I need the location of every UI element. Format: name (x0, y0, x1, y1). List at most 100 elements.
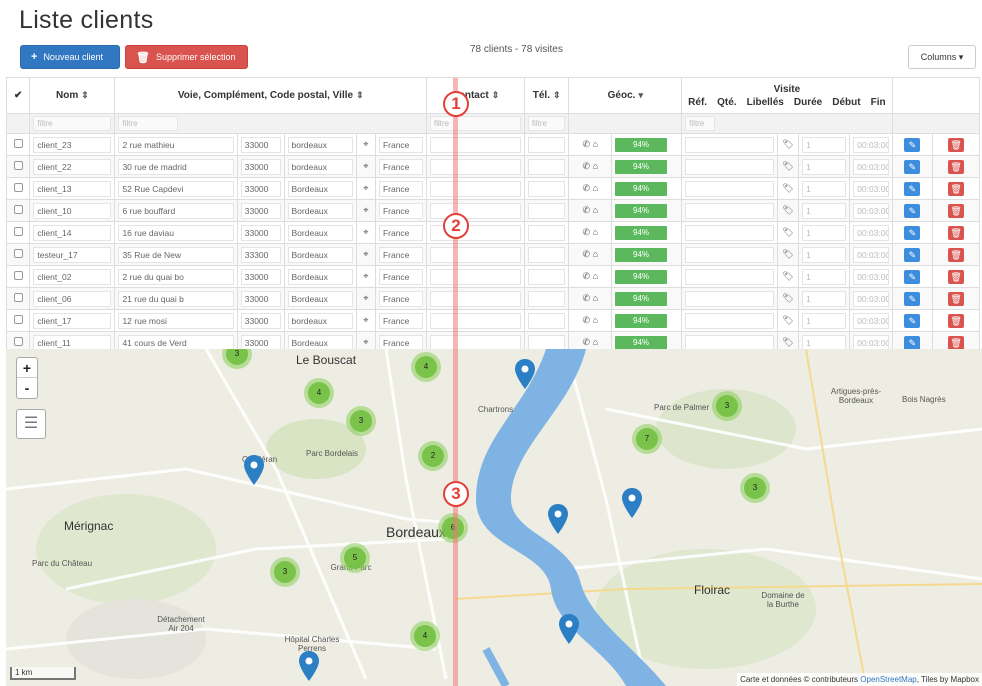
contact-field[interactable] (430, 268, 521, 285)
edit-icon[interactable]: ✎ (904, 225, 921, 240)
delete-icon[interactable]: 🗑 (948, 181, 965, 196)
map-view[interactable]: + - ☰ Le Bouscat Bordeaux Mérignac Floir… (6, 349, 982, 686)
col-tel[interactable]: Tél. ⇕ (523, 77, 570, 114)
nom-field[interactable]: client_06 (33, 290, 112, 307)
filter-ref[interactable]: filtre (685, 116, 716, 131)
geocoding-badge[interactable]: 94% (615, 247, 668, 262)
pays-field[interactable]: France (378, 290, 424, 307)
pays-field[interactable]: France (378, 246, 424, 263)
ref-field[interactable] (685, 136, 774, 153)
delete-icon[interactable]: 🗑 (948, 247, 965, 262)
new-client-button[interactable]: + Nouveau client (20, 45, 120, 69)
edit-icon[interactable]: ✎ (904, 159, 921, 174)
delete-icon[interactable]: 🗑 (948, 335, 965, 349)
duree-field[interactable]: 00:03:00 (853, 312, 889, 329)
edit-icon[interactable]: ✎ (904, 181, 921, 196)
row-checkbox[interactable] (13, 227, 23, 236)
cp-field[interactable]: 33300 (240, 246, 281, 263)
ville-field[interactable]: Bordeaux (287, 202, 353, 219)
delete-icon[interactable]: 🗑 (948, 203, 965, 218)
nom-field[interactable]: client_10 (33, 202, 112, 219)
geocoding-badge[interactable]: 94% (615, 225, 668, 240)
ville-field[interactable]: Bordeaux (287, 334, 353, 349)
tel-field[interactable] (527, 136, 566, 153)
edit-icon[interactable]: ✎ (904, 269, 921, 284)
nom-field[interactable]: client_14 (33, 224, 112, 241)
col-duree[interactable]: Durée (794, 97, 822, 108)
tel-field[interactable] (527, 246, 566, 263)
marker-cluster[interactable]: 3 (346, 406, 376, 436)
duree-field[interactable]: 00:03:00 (853, 202, 889, 219)
qte-field[interactable]: 1 (802, 290, 847, 307)
ref-field[interactable] (685, 312, 774, 329)
marker-cluster[interactable]: 4 (304, 378, 334, 408)
ville-field[interactable]: bordeaux (287, 136, 353, 153)
edit-icon[interactable]: ✎ (904, 291, 921, 306)
edit-icon[interactable]: ✎ (904, 335, 921, 349)
ville-field[interactable]: bordeaux (287, 312, 353, 329)
edit-icon[interactable]: ✎ (904, 137, 921, 152)
nom-field[interactable]: client_11 (33, 334, 112, 349)
voie-field[interactable]: 6 rue bouffard (118, 202, 234, 219)
duree-field[interactable]: 00:03:00 (853, 224, 889, 241)
tel-field[interactable] (527, 202, 566, 219)
delete-icon[interactable]: 🗑 (948, 225, 965, 240)
contact-field[interactable] (430, 246, 521, 263)
pays-field[interactable]: France (378, 180, 424, 197)
ref-field[interactable] (685, 290, 774, 307)
pays-field[interactable]: France (378, 202, 424, 219)
duree-field[interactable]: 00:03:00 (853, 180, 889, 197)
locate-icon[interactable]: ⌖ (363, 183, 368, 193)
col-voie[interactable]: Voie, Complément, Code postal, Ville ⇕ (114, 77, 428, 114)
col-geoc[interactable]: Géoc. ▾ (568, 77, 683, 114)
filter-tel[interactable]: filtre (527, 116, 566, 131)
select-all-checkbox[interactable]: ✔ (6, 77, 31, 114)
cp-field[interactable]: 33000 (240, 158, 281, 175)
geocoding-badge[interactable]: 94% (615, 335, 668, 349)
locate-icon[interactable]: ⌖ (363, 227, 368, 237)
tag-icon[interactable]: 🏷 (782, 227, 793, 237)
pays-field[interactable]: France (378, 312, 424, 329)
delete-selection-button[interactable]: 🗑 Supprimer sélection (125, 45, 248, 69)
marker-cluster[interactable]: 4 (411, 352, 441, 382)
qte-field[interactable]: 1 (802, 334, 847, 349)
col-nom[interactable]: Nom ⇕ (29, 77, 116, 114)
ref-field[interactable] (685, 224, 774, 241)
cp-field[interactable]: 33000 (240, 290, 281, 307)
ref-field[interactable] (685, 180, 774, 197)
voie-field[interactable]: 41 cours de Verd (118, 334, 234, 349)
row-checkbox[interactable] (13, 337, 23, 346)
marker-cluster[interactable]: 4 (410, 621, 440, 651)
marker-cluster[interactable]: 3 (270, 557, 300, 587)
cp-field[interactable]: 33000 (240, 334, 281, 349)
geocoding-badge[interactable]: 94% (615, 203, 668, 218)
voie-field[interactable]: 30 rue de madrid (118, 158, 234, 175)
contact-field[interactable] (430, 290, 521, 307)
row-checkbox[interactable] (13, 183, 23, 192)
voie-field[interactable]: 2 rue mathieu (118, 136, 234, 153)
ville-field[interactable]: Bordeaux (287, 268, 353, 285)
layers-icon[interactable]: ☰ (16, 409, 46, 439)
tag-icon[interactable]: 🏷 (782, 205, 793, 215)
ref-field[interactable] (685, 158, 774, 175)
geocoding-badge[interactable]: 94% (615, 181, 668, 196)
qte-field[interactable]: 1 (802, 180, 847, 197)
contact-field[interactable] (430, 158, 521, 175)
cp-field[interactable]: 33000 (240, 136, 281, 153)
col-qte[interactable]: Qté. (717, 97, 736, 108)
locate-icon[interactable]: ⌖ (363, 315, 368, 325)
tag-icon[interactable]: 🏷 (782, 249, 793, 259)
qte-field[interactable]: 1 (802, 246, 847, 263)
map-pin-icon[interactable] (299, 651, 319, 681)
qte-field[interactable]: 1 (802, 224, 847, 241)
col-contact[interactable]: Contact ⇕ (426, 77, 525, 114)
ref-field[interactable] (685, 202, 774, 219)
row-checkbox[interactable] (13, 205, 23, 214)
duree-field[interactable]: 00:03:00 (853, 290, 889, 307)
tag-icon[interactable]: 🏷 (782, 293, 793, 303)
locate-icon[interactable]: ⌖ (363, 205, 368, 215)
tel-field[interactable] (527, 312, 566, 329)
filter-contact[interactable]: filtre (430, 116, 521, 131)
marker-cluster[interactable]: 5 (340, 543, 370, 573)
pays-field[interactable]: France (378, 136, 424, 153)
